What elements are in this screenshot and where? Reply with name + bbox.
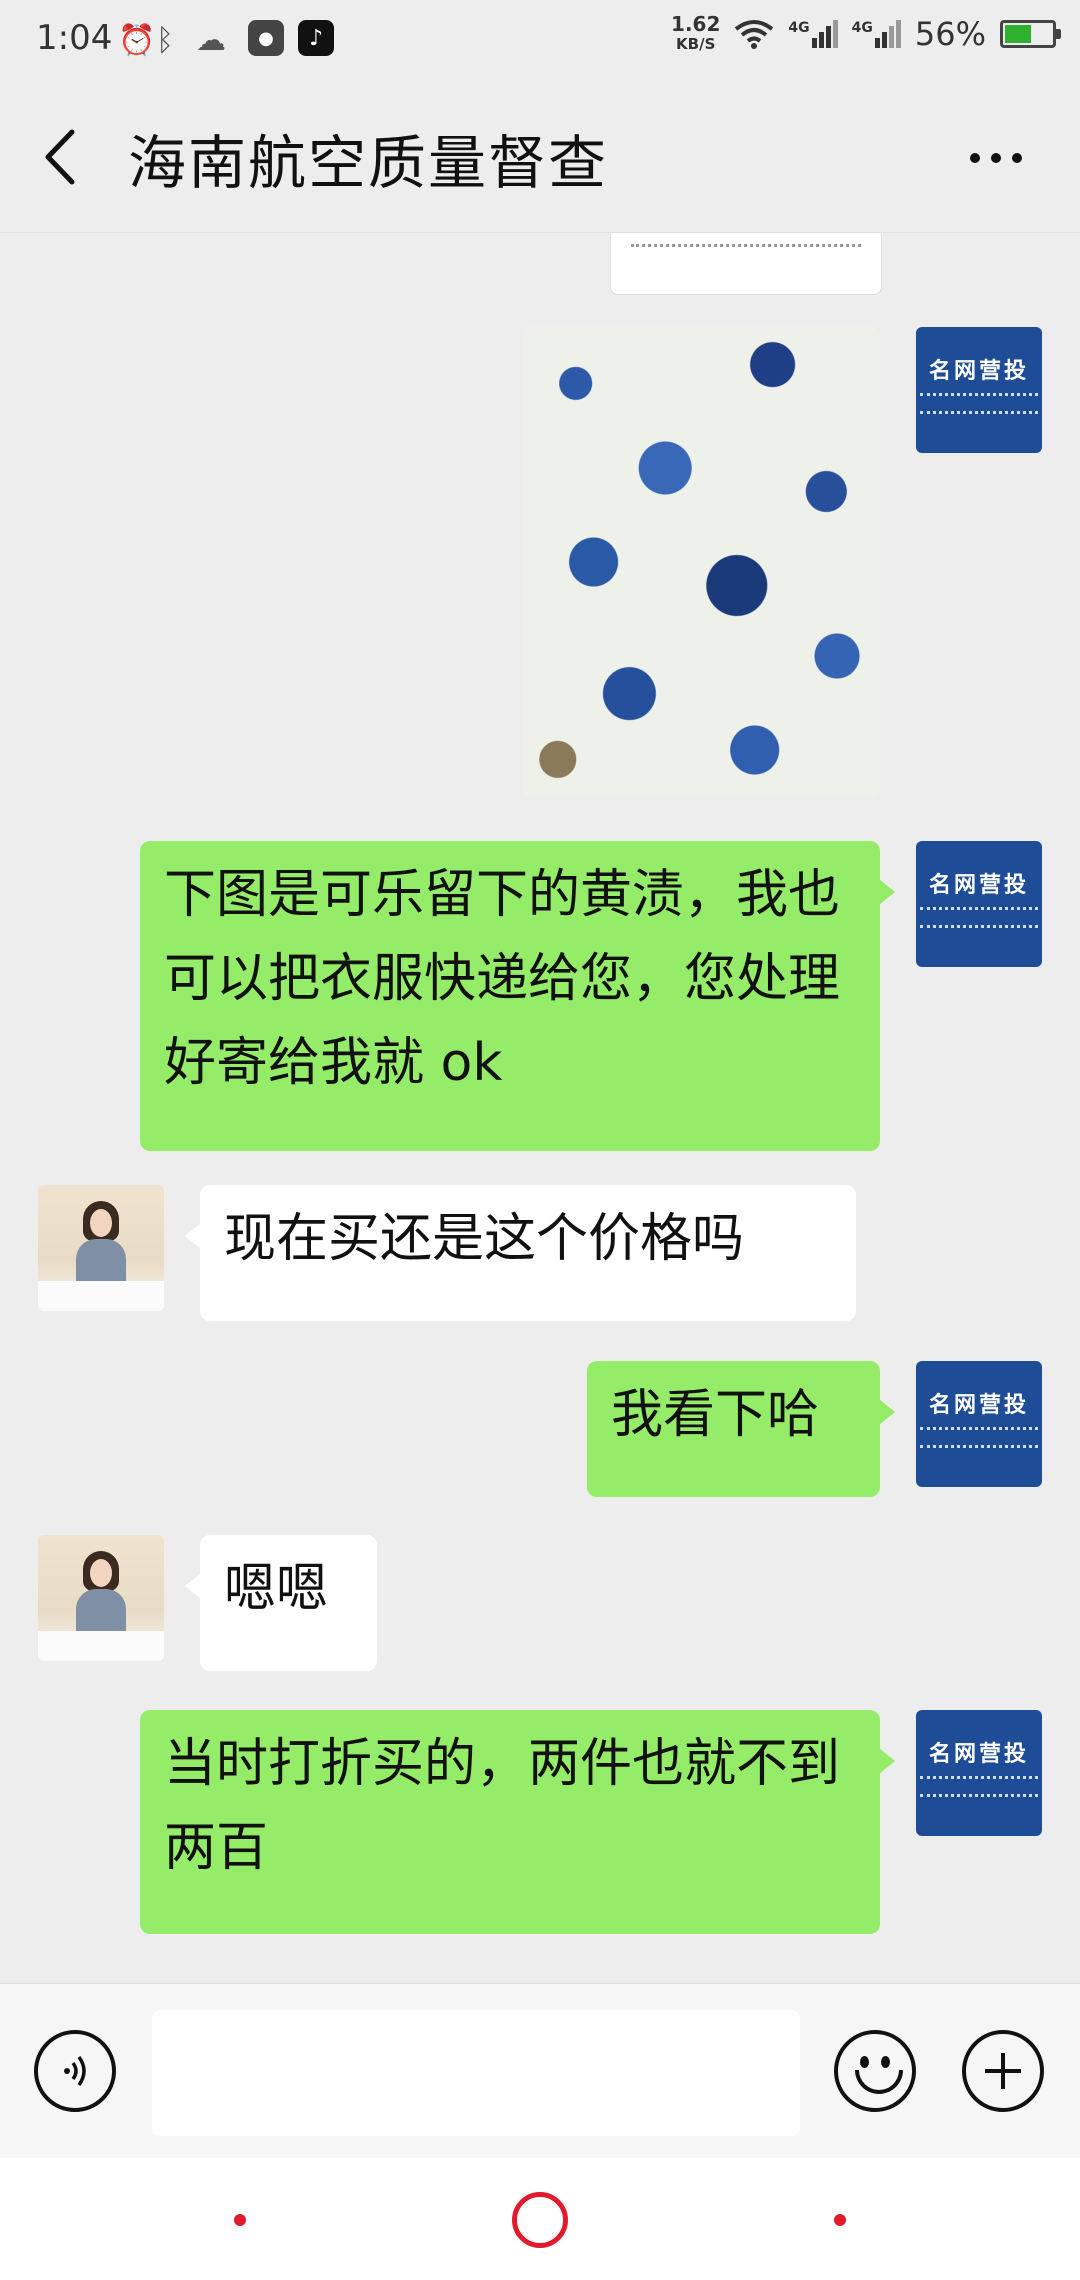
status-time: 1:04 [36, 18, 113, 58]
avatar-logo-text: 名网营投 [928, 359, 1029, 384]
self-avatar[interactable]: 名网营投 [916, 1710, 1042, 1836]
back-arrow-icon[interactable] [36, 122, 86, 192]
avatar-logo-text: 名网营投 [928, 1393, 1029, 1418]
net-speed-unit: KB/S [676, 35, 716, 53]
net-speed: 1.62 KB/S [671, 14, 720, 54]
signal-icon-1: 4G [788, 20, 838, 48]
signal-label-1: 4G [788, 20, 810, 36]
signal-label-2: 4G [851, 20, 873, 36]
avatar-logo-text: 名网营投 [928, 1742, 1029, 1767]
status-right: 1.62 KB/S 4G 4G 56% [671, 14, 1061, 54]
chat-title: 海南航空质量督查 [128, 129, 609, 197]
message-bubble-received[interactable]: 现在买还是这个价格吗 [185, 1185, 856, 1321]
contact-avatar[interactable] [38, 1535, 164, 1661]
nav-menu-button[interactable] [234, 2214, 246, 2226]
battery-icon [1000, 20, 1061, 48]
image-message-partial[interactable] [610, 233, 882, 295]
message-bubble-received[interactable]: 嗯嗯 [185, 1535, 377, 1671]
voice-wave-icon [64, 2055, 86, 2087]
chat-header: 海南航空质量督查 [0, 82, 1080, 233]
voice-input-icon[interactable] [34, 2030, 116, 2112]
battery-percent: 56% [914, 15, 986, 53]
bluetooth-icon: ᛒ [156, 22, 174, 58]
input-bar [0, 1983, 1080, 2159]
system-nav-bar [0, 2158, 1080, 2280]
self-avatar[interactable]: 名网营投 [916, 841, 1042, 967]
avatar-logo-text: 名网营投 [928, 873, 1029, 898]
image-message-fabric[interactable] [522, 327, 880, 797]
message-bubble-sent[interactable]: 我看下哈 [587, 1361, 895, 1497]
more-options-icon[interactable] [970, 138, 1030, 178]
wifi-icon [735, 20, 774, 49]
nav-home-button[interactable] [512, 2192, 568, 2248]
emoji-icon[interactable] [834, 2030, 916, 2112]
nav-back-button[interactable] [834, 2214, 846, 2226]
app-notification-icon: ● [248, 20, 284, 56]
plus-icon[interactable] [962, 2030, 1044, 2112]
message-list[interactable]: 名网营投 下图是可乐留下的黄渍，我也可以把衣服快递给您，您处理好寄给我就 ok … [0, 233, 1080, 1983]
alarm-icon: ⏰ [118, 22, 156, 58]
signal-icon-2: 4G [852, 20, 901, 48]
net-speed-value: 1.62 [671, 12, 721, 36]
message-bubble-sent[interactable]: 当时打折买的，两件也就不到两百 [140, 1710, 895, 1934]
self-avatar[interactable]: 名网营投 [916, 1361, 1042, 1487]
self-avatar[interactable]: 名网营投 [916, 327, 1042, 453]
message-bubble-sent[interactable]: 下图是可乐留下的黄渍，我也可以把衣服快递给您，您处理好寄给我就 ok [140, 841, 895, 1151]
message-input[interactable] [152, 2010, 800, 2136]
tiktok-icon: ♪ [298, 20, 334, 56]
cloud-icon: ☁ [196, 22, 226, 58]
status-bar: 1:04 ⏰ ᛒ ☁ ● ♪ 1.62 KB/S 4G 4G 56% [0, 0, 1080, 82]
contact-avatar[interactable] [38, 1185, 164, 1311]
